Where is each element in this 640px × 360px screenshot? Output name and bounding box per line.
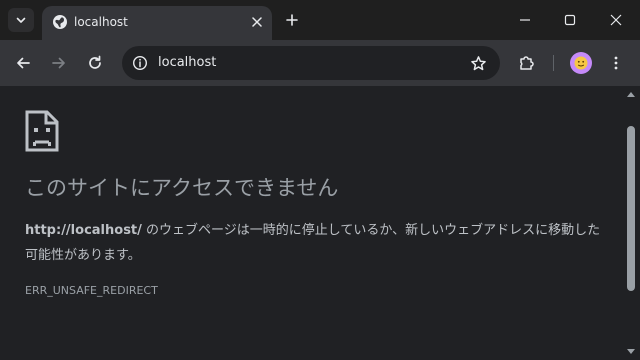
sad-document-icon (25, 110, 59, 152)
tab-close-button[interactable] (248, 13, 266, 31)
scroll-up-arrow-icon[interactable] (626, 90, 636, 98)
minimize-icon (520, 19, 530, 21)
kebab-icon (614, 56, 618, 70)
scrollbar[interactable] (622, 86, 640, 360)
scroll-down-arrow-icon[interactable] (626, 348, 636, 356)
back-button[interactable] (11, 51, 35, 75)
tab-search-button[interactable] (8, 8, 34, 32)
maximize-button[interactable] (557, 8, 583, 32)
toolbar: localhost (0, 40, 640, 86)
bookmark-button[interactable] (466, 51, 490, 75)
maximize-icon (564, 14, 576, 26)
window-close-button[interactable] (603, 8, 629, 32)
menu-button[interactable] (604, 51, 628, 75)
toolbar-separator (553, 55, 554, 71)
error-description: http://localhost/ のウェブページは一時的に停止しているか、新し… (25, 218, 605, 268)
error-page: このサイトにアクセスできません http://localhost/ のウェブペー… (0, 86, 622, 360)
address-bar[interactable]: localhost (122, 46, 500, 80)
close-icon (610, 14, 622, 26)
arrow-right-icon (52, 57, 65, 69)
plus-icon (286, 14, 298, 26)
avatar-face-icon (574, 56, 588, 70)
arrow-left-icon (17, 57, 30, 69)
reload-icon (89, 55, 101, 69)
error-title: このサイトにアクセスできません (25, 176, 339, 200)
scrollbar-thumb[interactable] (627, 126, 635, 291)
tab-localhost[interactable]: localhost (42, 6, 272, 40)
extensions-button[interactable] (515, 51, 539, 75)
new-tab-button[interactable] (282, 10, 302, 30)
star-icon (470, 55, 486, 70)
minimize-button[interactable] (512, 8, 538, 32)
browser-window: localhost localhost このサイトにアクセスできません http… (0, 0, 640, 360)
forward-button[interactable] (47, 51, 71, 75)
reload-button[interactable] (83, 51, 107, 75)
site-info-button[interactable] (128, 51, 152, 75)
profile-avatar[interactable] (570, 52, 592, 74)
info-icon (132, 55, 148, 71)
chevron-down-icon (16, 17, 26, 23)
globe-icon (53, 15, 67, 29)
close-icon (252, 17, 262, 27)
error-code: ERR_UNSAFE_REDIRECT (25, 284, 158, 297)
url-text[interactable]: localhost (158, 55, 216, 71)
error-url: http://localhost/ (25, 223, 142, 238)
tab-strip: localhost (0, 0, 640, 40)
puzzle-icon (520, 56, 534, 70)
tab-title: localhost (74, 15, 128, 29)
